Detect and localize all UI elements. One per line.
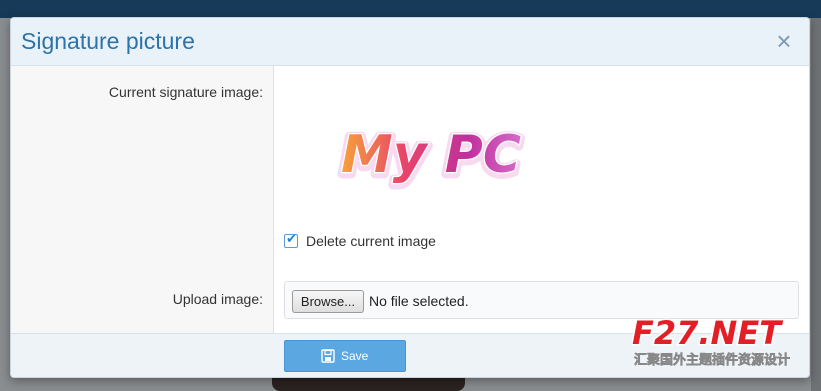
delete-image-label[interactable]: Delete current image	[306, 233, 436, 249]
field-column: My PC My PC ✔ Delete current image Brows…	[274, 66, 809, 333]
dialog-title: Signature picture	[21, 28, 195, 54]
label-column: Current signature image: Upload image:	[11, 66, 274, 333]
browse-button[interactable]: Browse...	[292, 290, 364, 313]
file-status-text: No file selected.	[369, 293, 469, 309]
current-signature-label: Current signature image:	[108, 84, 263, 100]
delete-image-checkbox[interactable]: ✔	[284, 232, 298, 248]
close-icon[interactable]: ×	[773, 28, 795, 54]
upload-image-label: Upload image:	[172, 291, 263, 307]
app-top-bar	[0, 0, 821, 18]
dialog-footer: Save	[11, 333, 809, 377]
svg-text:My PC: My PC	[341, 125, 521, 185]
save-button[interactable]: Save	[284, 340, 406, 372]
floppy-disk-icon	[321, 349, 335, 363]
signature-image: My PC My PC	[336, 123, 525, 192]
checkmark-icon: ✔	[286, 232, 297, 247]
signature-picture-dialog: Signature picture × Current signature im…	[10, 17, 810, 378]
dialog-header: Signature picture ×	[11, 18, 809, 66]
page-scroll-edge	[811, 18, 821, 391]
file-upload-field: Browse... No file selected.	[284, 281, 799, 319]
save-label: Save	[341, 349, 369, 363]
